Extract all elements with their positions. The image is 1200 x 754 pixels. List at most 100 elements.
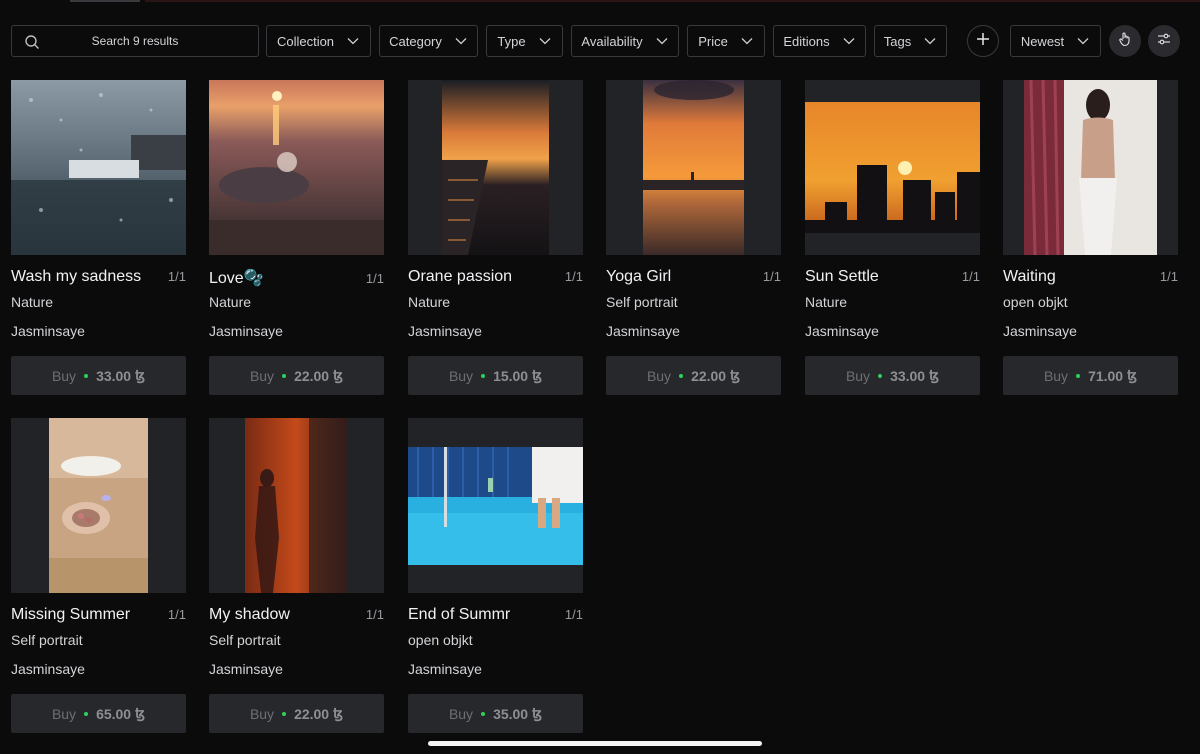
buy-button[interactable]: Buy 33.00 ꜩ — [11, 356, 186, 395]
filter-tags[interactable]: Tags — [874, 25, 947, 57]
buy-button[interactable]: Buy 65.00 ꜩ — [11, 694, 186, 733]
buy-label: Buy — [448, 367, 474, 384]
buy-button[interactable]: Buy 22.00 ꜩ — [606, 356, 781, 395]
item-title[interactable]: Waiting — [1003, 268, 1056, 286]
artwork-thumbnail[interactable] — [606, 80, 781, 255]
item-title[interactable]: Yoga Girl — [606, 268, 671, 286]
item-artist[interactable]: Jasminsaye — [606, 323, 680, 339]
item-card[interactable]: Love🫧 1/1 Nature Jasminsaye Buy 22.00 ꜩ — [209, 80, 384, 395]
filter-collection[interactable]: Collection — [266, 25, 371, 57]
buy-label: Buy — [249, 705, 275, 722]
price-value: 65.00 — [96, 705, 132, 722]
item-artist[interactable]: Jasminsaye — [11, 323, 85, 339]
item-title[interactable]: Love🫧 — [209, 268, 264, 288]
buy-button[interactable]: Buy 22.00 ꜩ — [209, 356, 384, 395]
item-card[interactable]: Waiting 1/1 open objkt Jasminsaye Buy 71… — [1003, 80, 1178, 395]
item-editions: 1/1 — [167, 269, 186, 284]
artwork-thumbnail[interactable] — [209, 418, 384, 593]
item-category: Nature — [805, 294, 848, 310]
item-title[interactable]: Wash my sadness — [11, 268, 141, 286]
chevron-down-icon — [923, 34, 937, 48]
buy-button[interactable]: Buy 33.00 ꜩ — [805, 356, 980, 395]
filter-label: Type — [497, 33, 526, 49]
artwork-thumbnail[interactable] — [209, 80, 384, 255]
item-artist[interactable]: Jasminsaye — [209, 323, 283, 339]
item-card[interactable]: End of Summr 1/1 open objkt Jasminsaye B… — [408, 418, 583, 733]
currency-symbol: ꜩ — [135, 705, 146, 721]
buy-button[interactable]: Buy 35.00 ꜩ — [408, 694, 583, 733]
filter-label: Price — [698, 33, 728, 49]
currency-symbol: ꜩ — [333, 705, 344, 721]
item-artist[interactable]: Jasminsaye — [805, 323, 879, 339]
pointer-button[interactable] — [1109, 25, 1141, 57]
chevron-down-icon — [346, 34, 360, 48]
add-button[interactable] — [967, 25, 999, 57]
item-editions: 1/1 — [365, 607, 384, 622]
item-card[interactable]: Sun Settle 1/1 Nature Jasminsaye Buy 33.… — [805, 80, 980, 395]
item-card[interactable]: Yoga Girl 1/1 Self portrait Jasminsaye B… — [606, 80, 781, 395]
filter-category[interactable]: Category — [379, 25, 478, 57]
buy-label: Buy — [51, 705, 77, 722]
status-dot — [679, 373, 684, 378]
item-artist[interactable]: Jasminsaye — [209, 661, 283, 677]
status-dot — [1076, 373, 1081, 378]
item-category: Nature — [11, 294, 54, 310]
price-value: 71.00 — [1088, 367, 1124, 384]
filter-editions[interactable]: Editions — [773, 25, 866, 57]
chevron-down-icon — [1076, 34, 1090, 48]
item-title[interactable]: Missing Summer — [11, 606, 130, 624]
item-card[interactable]: Orane passion 1/1 Nature Jasminsaye Buy … — [408, 80, 583, 395]
buy-button[interactable]: Buy 15.00 ꜩ — [408, 356, 583, 395]
hand-pointer-icon — [1117, 31, 1133, 52]
buy-label: Buy — [249, 367, 275, 384]
sort-select[interactable]: Newest — [1010, 25, 1101, 57]
filter-type[interactable]: Type — [486, 25, 563, 57]
item-category: Self portrait — [209, 632, 281, 648]
item-artist[interactable]: Jasminsaye — [408, 323, 482, 339]
chevron-down-icon — [538, 34, 552, 48]
item-artist[interactable]: Jasminsaye — [11, 661, 85, 677]
item-card[interactable]: Wash my sadness 1/1 Nature Jasminsaye Bu… — [11, 80, 186, 395]
item-artist[interactable]: Jasminsaye — [1003, 323, 1077, 339]
price-value: 22.00 — [294, 705, 330, 722]
artwork-thumbnail[interactable] — [1003, 80, 1178, 255]
chevron-down-icon — [655, 34, 669, 48]
buy-button[interactable]: Buy 22.00 ꜩ — [209, 694, 384, 733]
item-editions: 1/1 — [762, 269, 781, 284]
search-input[interactable]: Search 9 results — [11, 25, 259, 57]
item-category: Self portrait — [11, 632, 83, 648]
item-card[interactable]: Missing Summer 1/1 Self portrait Jasmins… — [11, 418, 186, 733]
artwork-thumbnail[interactable] — [11, 80, 186, 255]
status-dot — [282, 373, 287, 378]
currency-symbol: ꜩ — [1127, 367, 1138, 383]
filter-price[interactable]: Price — [687, 25, 765, 57]
sort-label: Newest — [1020, 33, 1065, 49]
artwork-thumbnail[interactable] — [805, 80, 980, 255]
item-title[interactable]: End of Summr — [408, 606, 510, 624]
item-editions: 1/1 — [1159, 269, 1178, 284]
settings-button[interactable] — [1148, 25, 1180, 57]
buy-button[interactable]: Buy 71.00 ꜩ — [1003, 356, 1178, 395]
item-category: Nature — [408, 294, 451, 310]
item-artist[interactable]: Jasminsaye — [408, 661, 482, 677]
currency-symbol: ꜩ — [135, 367, 146, 383]
item-title[interactable]: Sun Settle — [805, 268, 879, 286]
item-title[interactable]: My shadow — [209, 606, 290, 624]
artwork-thumbnail[interactable] — [11, 418, 186, 593]
buy-label: Buy — [646, 367, 672, 384]
search-icon — [24, 34, 40, 50]
status-dot — [878, 373, 883, 378]
filter-availability[interactable]: Availability — [571, 25, 679, 57]
price-value: 33.00 — [890, 367, 926, 384]
item-title[interactable]: Orane passion — [408, 268, 512, 286]
plus-icon — [975, 31, 991, 52]
item-card[interactable]: My shadow 1/1 Self portrait Jasminsaye B… — [209, 418, 384, 733]
header-divider — [145, 0, 1200, 2]
item-category: open objkt — [408, 632, 473, 648]
chevron-down-icon — [454, 34, 468, 48]
artwork-thumbnail[interactable] — [408, 80, 583, 255]
price-value: 22.00 — [294, 367, 330, 384]
top-strip — [0, 0, 1200, 4]
item-editions: 1/1 — [167, 607, 186, 622]
artwork-thumbnail[interactable] — [408, 418, 583, 593]
